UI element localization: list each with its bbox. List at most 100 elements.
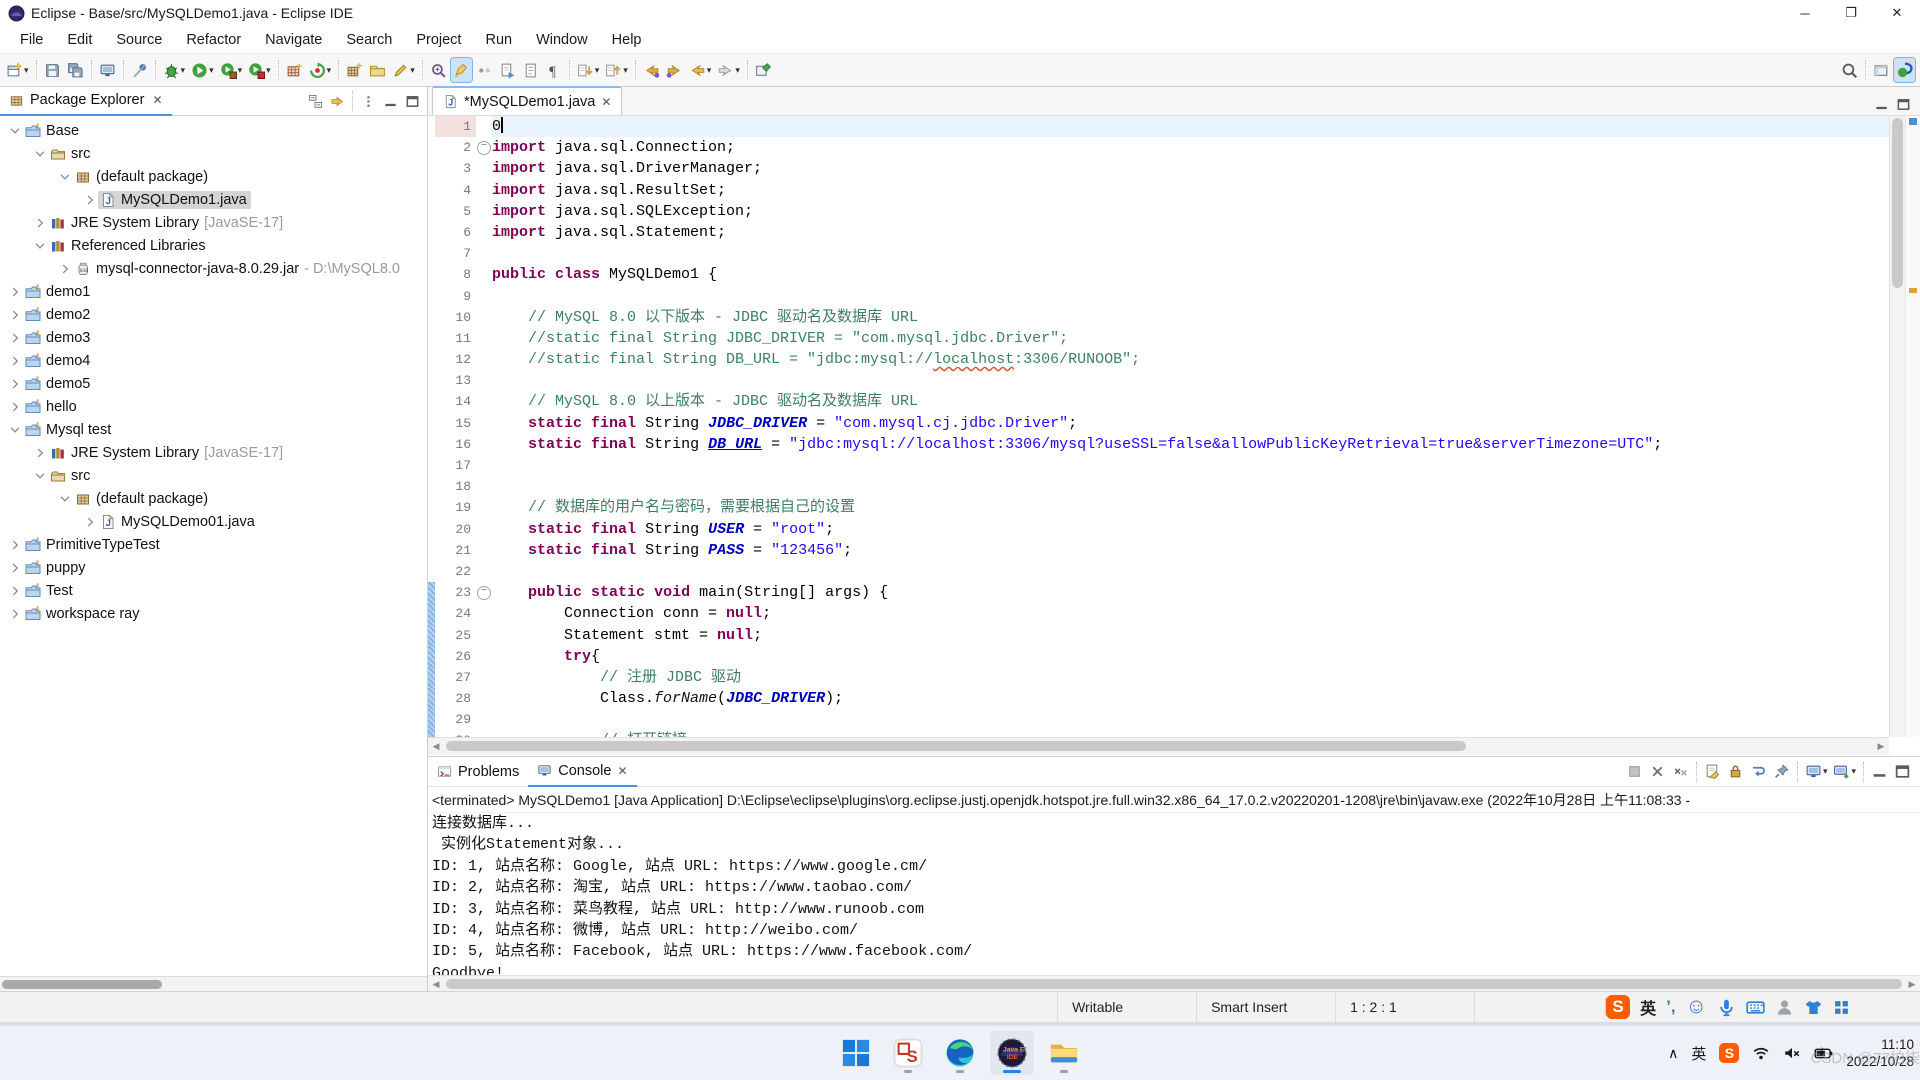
- taskbar-start-button[interactable]: [834, 1031, 878, 1075]
- dropdown-arrow-icon[interactable]: ▾: [209, 65, 214, 76]
- overview-ruler[interactable]: [1905, 116, 1920, 737]
- code-line-16[interactable]: 16 static final String DB_URL = "jdbc:my…: [428, 434, 1889, 455]
- chevron-right-icon[interactable]: [56, 262, 73, 276]
- tree-item[interactable]: JRE System Library [JavaSE-17]: [0, 211, 427, 234]
- minimize-view-button[interactable]: [1869, 760, 1890, 784]
- toggle-occurrences-button[interactable]: [474, 58, 495, 82]
- maximize-view-button[interactable]: [401, 90, 423, 112]
- chevron-right-icon[interactable]: [6, 285, 23, 299]
- tree-item[interactable]: JBase: [0, 119, 427, 142]
- skin-icon[interactable]: [1804, 998, 1823, 1017]
- new-java-project-button[interactable]: [284, 58, 305, 82]
- remove-all-terminated-button[interactable]: [1670, 760, 1691, 784]
- chevron-down-icon[interactable]: [6, 124, 23, 138]
- hidden-icons-chevron[interactable]: ∧: [1668, 1045, 1678, 1062]
- chevron-right-icon[interactable]: [6, 377, 23, 391]
- console-hscrollbar[interactable]: ◀ ▶: [428, 975, 1920, 992]
- terminate-button[interactable]: [1624, 760, 1645, 784]
- dropdown-arrow-icon[interactable]: ▾: [181, 65, 186, 76]
- overview-marker[interactable]: [1909, 288, 1917, 293]
- taskbar-eclipse-button[interactable]: Java EEIDE: [990, 1031, 1034, 1075]
- punctuation-icon[interactable]: ’,: [1666, 997, 1675, 1017]
- tree-item[interactable]: JRE System Library [JavaSE-17]: [0, 441, 427, 464]
- sogou-logo-icon[interactable]: S: [1606, 995, 1630, 1019]
- java-search-button[interactable]: ▾: [390, 58, 417, 82]
- chevron-down-icon[interactable]: [31, 469, 48, 483]
- zoom-annotations-button[interactable]: [428, 58, 449, 82]
- chevron-down-icon[interactable]: [56, 492, 73, 506]
- mark-occurrences-button[interactable]: [451, 58, 472, 82]
- package-explorer-hscrollbar[interactable]: [0, 976, 427, 992]
- maximize-view-button[interactable]: [1892, 93, 1914, 115]
- scrollbar-thumb[interactable]: [446, 741, 1466, 751]
- show-selected-element-button[interactable]: [520, 58, 541, 82]
- open-resource-button[interactable]: [367, 58, 388, 82]
- next-annotation-button[interactable]: ▾: [575, 58, 602, 82]
- maximize-button[interactable]: ❐: [1828, 0, 1874, 26]
- chevron-right-icon[interactable]: [81, 193, 98, 207]
- scrollbar-thumb[interactable]: [2, 980, 162, 989]
- close-view-icon[interactable]: ✕: [152, 93, 162, 107]
- tree-item[interactable]: Jdemo4: [0, 349, 427, 372]
- code-line-21[interactable]: 21 static final String PASS = "123456";: [428, 540, 1889, 561]
- code-line-8[interactable]: 8public class MySQLDemo1 {: [428, 264, 1889, 285]
- editor-hscrollbar[interactable]: ◀ ▶: [428, 737, 1889, 755]
- code-line-29[interactable]: 29: [428, 709, 1889, 730]
- tree-item[interactable]: JMySQLDemo01.java: [0, 510, 427, 533]
- scroll-lock-button[interactable]: [1725, 760, 1746, 784]
- code-line-11[interactable]: 11 //static final String JDBC_DRIVER = "…: [428, 328, 1889, 349]
- scroll-left-arrow[interactable]: ◀: [428, 741, 444, 752]
- dropdown-arrow-icon[interactable]: ▾: [735, 65, 740, 76]
- search-button[interactable]: [1839, 58, 1860, 82]
- chevron-right-icon[interactable]: [6, 331, 23, 345]
- code-line-25[interactable]: 25 Statement stmt = null;: [428, 625, 1889, 646]
- menu-help[interactable]: Help: [600, 29, 654, 51]
- input-language-indicator[interactable]: 英: [1691, 1043, 1706, 1064]
- tree-item[interactable]: JTest: [0, 579, 427, 602]
- tree-item[interactable]: Jpuppy: [0, 556, 427, 579]
- taskbar-edge-button[interactable]: [938, 1031, 982, 1075]
- menu-file[interactable]: File: [8, 29, 55, 51]
- code-line-20[interactable]: 20 static final String USER = "root";: [428, 519, 1889, 540]
- fold-marker-icon[interactable]: −: [477, 141, 491, 155]
- run-button[interactable]: ▾: [189, 58, 216, 82]
- close-tab-icon[interactable]: ✕: [601, 95, 611, 109]
- code-line-14[interactable]: 14 // MySQL 8.0 以上版本 - JDBC 驱动名及数据库 URL: [428, 391, 1889, 412]
- menu-refactor[interactable]: Refactor: [174, 29, 253, 51]
- tree-item[interactable]: src: [0, 464, 427, 487]
- open-console-button[interactable]: ▾: [1831, 760, 1858, 784]
- forward-history-button[interactable]: ▾: [715, 58, 742, 82]
- dropdown-arrow-icon[interactable]: ▾: [707, 65, 712, 76]
- profile-button[interactable]: ▾: [246, 58, 273, 82]
- code-line-27[interactable]: 27 // 注册 JDBC 驱动: [428, 667, 1889, 688]
- previous-annotation-button[interactable]: ▾: [603, 58, 630, 82]
- scroll-right-arrow[interactable]: ▶: [1904, 979, 1920, 990]
- dropdown-arrow-icon[interactable]: ▾: [238, 65, 243, 76]
- remove-launch-button[interactable]: [1647, 760, 1668, 784]
- scroll-right-arrow[interactable]: ▶: [1873, 741, 1889, 752]
- close-button[interactable]: ✕: [1874, 0, 1920, 26]
- menu-source[interactable]: Source: [104, 29, 174, 51]
- last-edit-location-button[interactable]: [641, 58, 662, 82]
- next-edit-location-button[interactable]: [664, 58, 685, 82]
- save-all-button[interactable]: [65, 58, 86, 82]
- chevron-right-icon[interactable]: [6, 400, 23, 414]
- code-line-26[interactable]: 26 try{: [428, 646, 1889, 667]
- code-line-24[interactable]: 24 Connection conn = null;: [428, 603, 1889, 624]
- wifi-icon[interactable]: [1752, 1044, 1770, 1062]
- chevron-right-icon[interactable]: [6, 607, 23, 621]
- chevron-down-icon[interactable]: [56, 170, 73, 184]
- scroll-left-arrow[interactable]: ◀: [428, 979, 444, 990]
- editor-vscrollbar[interactable]: [1889, 116, 1906, 737]
- menu-search[interactable]: Search: [334, 29, 404, 51]
- toolbox-icon[interactable]: [1833, 999, 1850, 1016]
- chevron-right-icon[interactable]: [6, 584, 23, 598]
- tree-item[interactable]: Referenced Libraries: [0, 234, 427, 257]
- dropdown-arrow-icon[interactable]: ▾: [327, 65, 332, 76]
- taskbar-explorer-button[interactable]: [1042, 1031, 1086, 1075]
- code-line-19[interactable]: 19 // 数据库的用户名与密码，需要根据自己的设置: [428, 497, 1889, 518]
- tree-item[interactable]: (default package): [0, 487, 427, 510]
- menu-project[interactable]: Project: [404, 29, 473, 51]
- clear-console-button[interactable]: [1702, 760, 1723, 784]
- debug-button[interactable]: ▾: [161, 58, 188, 82]
